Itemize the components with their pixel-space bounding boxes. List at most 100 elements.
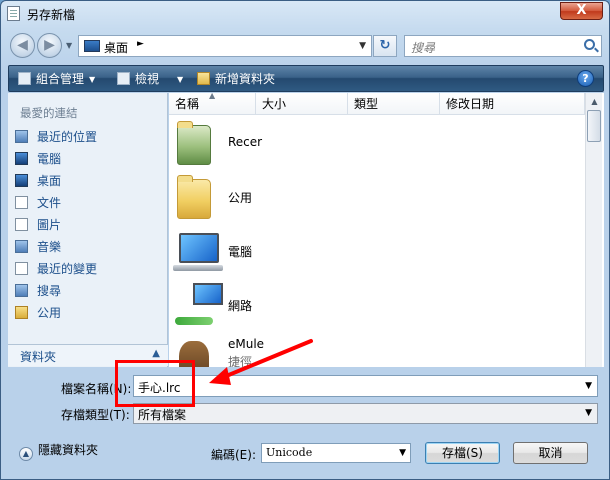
vertical-scrollbar[interactable]: ▲ bbox=[585, 93, 602, 367]
new-folder-button[interactable]: 新增資料夾 bbox=[197, 71, 275, 87]
nav-item-public[interactable]: 公用 bbox=[15, 304, 61, 322]
column-header-type[interactable]: 類型 bbox=[348, 93, 440, 115]
nav-item-label: 音樂 bbox=[37, 240, 62, 254]
back-button[interactable]: ◀ bbox=[10, 33, 35, 58]
computer-icon bbox=[15, 152, 28, 165]
file-name: 電腦 bbox=[228, 245, 253, 259]
recent-places-icon bbox=[15, 130, 28, 143]
views-button[interactable]: 檢視 ▼ bbox=[117, 71, 183, 87]
search-icon[interactable] bbox=[584, 39, 595, 50]
nav-item-pictures[interactable]: 圖片 bbox=[15, 216, 61, 234]
chevron-down-icon: ▼ bbox=[177, 75, 184, 84]
nav-item-documents[interactable]: 文件 bbox=[15, 194, 61, 212]
title-bar: 另存新檔 X bbox=[1, 1, 609, 27]
column-header-modified[interactable]: 修改日期 bbox=[440, 93, 585, 115]
nav-item-label: 最近的變更 bbox=[37, 262, 98, 276]
breadcrumb-arrow-icon[interactable]: ► bbox=[137, 39, 144, 49]
notepad-icon bbox=[7, 6, 20, 21]
chevron-up-icon[interactable]: ▲ bbox=[152, 348, 160, 359]
filetype-select[interactable]: 所有檔案 ▼ bbox=[133, 403, 598, 424]
searches-icon bbox=[15, 284, 28, 297]
scroll-up-icon[interactable]: ▲ bbox=[586, 93, 603, 110]
nav-item-desktop[interactable]: 桌面 bbox=[15, 172, 61, 190]
folder-icon bbox=[177, 175, 211, 219]
cancel-button[interactable]: 取消 bbox=[513, 442, 588, 464]
chevron-down-icon[interactable]: ▼ bbox=[585, 381, 592, 391]
filetype-value: 所有檔案 bbox=[138, 408, 187, 422]
nav-item-recent-places[interactable]: 最近的位置 bbox=[15, 128, 97, 146]
nav-item-label: 公用 bbox=[37, 306, 62, 320]
computer-icon bbox=[173, 233, 223, 271]
pictures-icon bbox=[15, 218, 28, 231]
recent-pages-dropdown-icon[interactable]: ▼ bbox=[66, 41, 72, 50]
address-dropdown-icon[interactable]: ▼ bbox=[359, 41, 366, 51]
scroll-thumb[interactable] bbox=[587, 110, 601, 142]
nav-item-recently-changed[interactable]: 最近的變更 bbox=[15, 260, 97, 278]
folder-icon bbox=[177, 121, 211, 165]
search-input[interactable]: 搜尋 bbox=[411, 39, 435, 56]
chevron-up-icon: ▲ bbox=[19, 447, 33, 461]
file-name: 公用 bbox=[228, 191, 253, 205]
public-folder-icon bbox=[15, 306, 28, 319]
window-title: 另存新檔 bbox=[27, 8, 76, 22]
organize-icon bbox=[18, 72, 31, 85]
nav-item-computer[interactable]: 電腦 bbox=[15, 150, 61, 168]
encoding-value: Unicode bbox=[266, 446, 313, 459]
file-item[interactable]: 電腦 bbox=[169, 225, 585, 279]
hide-folders-button[interactable]: ▲ 隱藏資料夾 bbox=[19, 441, 98, 461]
chevron-down-icon[interactable]: ▼ bbox=[585, 408, 592, 418]
organize-button[interactable]: 組合管理 ▼ bbox=[18, 71, 95, 87]
close-button[interactable]: X bbox=[560, 2, 603, 20]
refresh-button[interactable]: ↻ bbox=[373, 35, 397, 57]
file-item[interactable]: 公用 bbox=[169, 171, 585, 225]
column-label: 大小 bbox=[262, 97, 287, 111]
save-button[interactable]: 存檔(S) bbox=[425, 442, 500, 464]
music-icon bbox=[15, 240, 28, 253]
address-bar[interactable]: 桌面 ► ▼ bbox=[78, 35, 372, 57]
network-icon bbox=[193, 283, 223, 305]
column-label: 類型 bbox=[354, 97, 379, 111]
documents-icon bbox=[15, 196, 28, 209]
new-folder-label: 新增資料夾 bbox=[215, 72, 276, 86]
organize-label: 組合管理 bbox=[36, 72, 85, 86]
file-name: Recer bbox=[228, 135, 263, 149]
file-name: 網路 bbox=[228, 299, 253, 313]
column-label: 名稱 bbox=[175, 97, 200, 111]
desktop-icon bbox=[15, 174, 28, 187]
nav-item-searches[interactable]: 搜尋 bbox=[15, 282, 61, 300]
column-header-size[interactable]: 大小 bbox=[256, 93, 348, 115]
nav-item-label: 電腦 bbox=[37, 152, 62, 166]
address-location[interactable]: 桌面 bbox=[104, 39, 128, 56]
forward-button[interactable]: ▶ bbox=[37, 33, 62, 58]
file-list[interactable]: ▲ 名稱 大小 類型 修改日期 Recer 公用 電腦 網路 eMule 捷徑 … bbox=[169, 93, 604, 367]
annotation-highlight-box bbox=[115, 360, 195, 407]
folders-label: 資料夾 bbox=[20, 350, 57, 364]
save-as-dialog: 另存新檔 X ◀ ▶ ▼ 桌面 ► ▼ ↻ 搜尋 組合管理 ▼ 檢視 ▼ 新增資料夾… bbox=[0, 0, 610, 480]
nav-item-label: 最近的位置 bbox=[37, 130, 98, 144]
chevron-down-icon[interactable]: ▼ bbox=[399, 448, 406, 458]
network-cable-icon bbox=[175, 317, 213, 325]
column-header-name[interactable]: ▲ 名稱 bbox=[169, 93, 256, 115]
annotation-arrow bbox=[209, 339, 313, 385]
nav-item-music[interactable]: 音樂 bbox=[15, 238, 61, 256]
sort-ascending-icon: ▲ bbox=[209, 93, 216, 100]
recently-changed-icon bbox=[15, 262, 28, 275]
nav-item-label: 文件 bbox=[37, 196, 62, 210]
encoding-label: 編碼(E): bbox=[211, 448, 256, 462]
filetype-label: 存檔類型(T): bbox=[61, 408, 130, 422]
views-icon bbox=[117, 72, 130, 85]
nav-item-label: 搜尋 bbox=[37, 284, 62, 298]
hide-folders-label: 隱藏資料夾 bbox=[38, 443, 99, 457]
encoding-select[interactable]: Unicode ▼ bbox=[261, 443, 411, 463]
annotation-arrow-shaft bbox=[217, 339, 313, 381]
chevron-down-icon: ▼ bbox=[89, 75, 96, 84]
favorite-links-header: 最愛的連結 bbox=[20, 106, 78, 120]
file-item[interactable]: 網路 bbox=[169, 279, 585, 333]
search-box[interactable]: 搜尋 bbox=[404, 35, 602, 57]
views-label: 檢視 bbox=[135, 72, 160, 86]
column-label: 修改日期 bbox=[446, 97, 495, 111]
help-icon[interactable]: ? bbox=[577, 70, 594, 87]
nav-item-label: 桌面 bbox=[37, 174, 62, 188]
file-item[interactable]: Recer bbox=[169, 117, 585, 171]
new-folder-icon bbox=[197, 72, 210, 85]
